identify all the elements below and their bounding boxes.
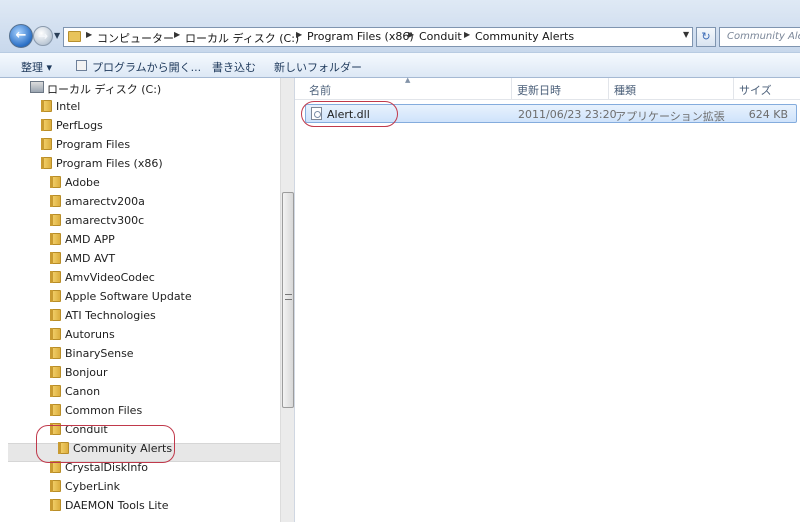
folder-icon	[50, 366, 61, 378]
tree-item-label: AMD APP	[65, 233, 115, 246]
navigation-scrollbar[interactable]	[280, 78, 294, 522]
address-bar: ← → ▼ ▶ コンピューター ▶ ローカル ディスク (C:) ▶ Progr…	[0, 0, 800, 52]
tree-item-label: Bonjour	[65, 366, 108, 379]
address-dropdown-icon[interactable]: ▼	[683, 30, 689, 39]
folder-icon	[50, 347, 61, 359]
open-with-icon	[76, 60, 87, 71]
folder-icon	[50, 385, 61, 397]
folder-icon	[50, 404, 61, 416]
tree-item-label: Common Files	[65, 404, 143, 417]
tree-item-label: Autoruns	[65, 328, 115, 341]
organize-button[interactable]: 整理 ▾	[21, 59, 52, 75]
file-size: 624 KB	[748, 108, 788, 121]
folder-icon	[50, 271, 61, 283]
tree-item-label: PerfLogs	[56, 119, 103, 132]
breadcrumb-local-disk[interactable]: ローカル ディスク (C:)	[185, 30, 299, 46]
folder-icon	[41, 119, 52, 131]
file-type: アプリケーション拡張	[615, 110, 725, 123]
open-with-button[interactable]: プログラムから開く...	[92, 59, 201, 75]
folder-icon	[41, 157, 52, 169]
tree-item-label: ローカル ディスク (C:)	[47, 83, 162, 96]
tree-item-label: AMD AVT	[65, 252, 116, 265]
breadcrumb[interactable]: ▶ コンピューター ▶ ローカル ディスク (C:) ▶ Program Fil…	[63, 27, 693, 47]
annotation-oval	[36, 425, 175, 463]
breadcrumb-separator-icon[interactable]: ▶	[86, 30, 92, 39]
command-bar: 整理 ▾ プログラムから開く... 書き込む 新しいフォルダー	[0, 52, 800, 78]
refresh-button[interactable]: ↻	[696, 27, 716, 47]
breadcrumb-community-alerts[interactable]: Community Alerts	[475, 30, 574, 43]
sort-ascending-icon: ▲	[405, 76, 411, 84]
breadcrumb-separator-icon[interactable]: ▶	[408, 30, 414, 39]
tree-item-label: AmvVideoCodec	[65, 271, 155, 284]
breadcrumb-separator-icon[interactable]: ▶	[174, 30, 180, 39]
tree-item-label: CyberLink	[65, 480, 120, 493]
column-divider[interactable]	[511, 78, 512, 100]
search-placeholder: Community Alerts	[727, 31, 800, 42]
tree-item-label: Apple Software Update	[65, 290, 192, 303]
column-header-type[interactable]: 種類	[614, 82, 636, 98]
drive-icon	[30, 81, 44, 93]
annotation-oval	[301, 101, 398, 127]
tree-item-label: ATI Technologies	[65, 309, 156, 322]
back-arrow-icon: ←	[15, 28, 27, 43]
burn-button[interactable]: 書き込む	[212, 59, 256, 75]
column-header-bar: ▲ 名前 更新日時 種類 サイズ	[295, 76, 800, 100]
tree-item-label: DAEMON Tools Lite	[65, 499, 169, 512]
new-folder-button[interactable]: 新しいフォルダー	[274, 59, 362, 75]
column-divider[interactable]	[608, 78, 609, 100]
column-header-modified[interactable]: 更新日時	[517, 82, 561, 98]
folder-icon	[50, 480, 61, 492]
recent-pages-chevron-icon[interactable]: ▼	[54, 31, 60, 40]
file-list-pane[interactable]: ▲ 名前 更新日時 種類 サイズ Alert.dll 2011/06/23 23…	[294, 76, 800, 522]
folder-icon	[50, 195, 61, 207]
tree-item-label: Adobe	[65, 176, 100, 189]
folder-icon	[50, 252, 61, 264]
file-modified: 2011/06/23 23:20	[518, 108, 617, 121]
forward-arrow-icon: →	[37, 29, 49, 43]
tree-item-label: BinarySense	[65, 347, 134, 360]
tree-item-label: Intel	[56, 100, 81, 113]
folder-icon	[50, 233, 61, 245]
column-header-name[interactable]: 名前	[309, 82, 331, 98]
tree-item-label: Program Files (x86)	[56, 157, 163, 170]
grip-icon	[285, 294, 292, 300]
breadcrumb-separator-icon[interactable]: ▶	[296, 30, 302, 39]
folder-icon	[50, 214, 61, 226]
tree-item-label: amarectv200a	[65, 195, 145, 208]
search-input[interactable]: Community Alerts	[719, 27, 800, 47]
forward-button[interactable]: →	[33, 26, 53, 46]
tree-item-label: Canon	[65, 385, 101, 398]
column-divider[interactable]	[733, 78, 734, 100]
breadcrumb-program-files-x86[interactable]: Program Files (x86)	[307, 30, 414, 43]
breadcrumb-conduit[interactable]: Conduit	[419, 30, 462, 43]
folder-icon	[41, 138, 52, 150]
refresh-icon: ↻	[701, 30, 711, 43]
tree-item-label: Program Files	[56, 138, 131, 151]
back-button[interactable]: ←	[9, 24, 33, 48]
folder-icon	[50, 328, 61, 340]
folder-icon	[50, 309, 61, 321]
tree-item-label: amarectv300c	[65, 214, 145, 227]
folder-icon	[50, 176, 61, 188]
folder-icon	[50, 290, 61, 302]
folder-icon	[41, 100, 52, 112]
column-header-size[interactable]: サイズ	[739, 82, 772, 98]
scrollbar-thumb[interactable]	[282, 192, 294, 408]
breadcrumb-computer[interactable]: コンピューター	[97, 30, 174, 46]
breadcrumb-separator-icon[interactable]: ▶	[464, 30, 470, 39]
folder-icon	[68, 31, 81, 42]
folder-icon	[50, 499, 61, 511]
